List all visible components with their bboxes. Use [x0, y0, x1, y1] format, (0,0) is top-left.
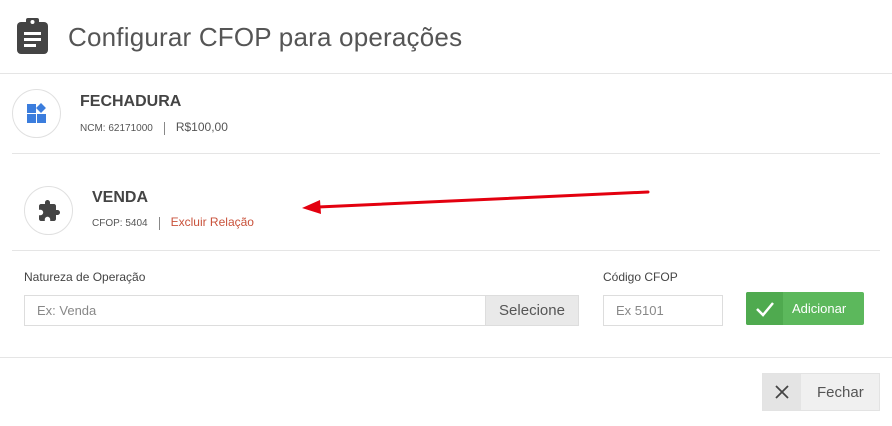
puzzle-icon	[39, 200, 60, 221]
remove-relation-link[interactable]: Excluir Relação	[171, 215, 254, 229]
natureza-input[interactable]	[24, 295, 486, 326]
divider	[158, 216, 160, 230]
product-price: R$100,00	[175, 120, 228, 134]
modal-title: Configurar CFOP para operações	[68, 22, 463, 52]
product-row: FECHADURA NCM: 62171000 R$100,00	[12, 74, 880, 154]
product-avatar	[12, 89, 61, 138]
relation-avatar	[24, 186, 73, 235]
apps-icon	[27, 103, 46, 123]
close-button-label: Fechar	[817, 384, 864, 401]
product-ncm: NCM: 62171000	[80, 123, 153, 134]
footer-divider	[0, 357, 892, 358]
relation-details: CFOP: 5404 Excluir Relação	[92, 215, 254, 230]
product-details: NCM: 62171000 R$100,00	[80, 120, 228, 135]
select-natureza-button[interactable]: Selecione	[485, 295, 579, 326]
red-arrow-annotation	[302, 190, 650, 214]
add-button-label: Adicionar	[792, 301, 847, 316]
relation-cfop: CFOP: 5404	[92, 218, 148, 229]
natureza-label: Natureza de Operação	[24, 270, 146, 284]
add-button[interactable]: Adicionar	[746, 292, 864, 325]
cfop-code-input[interactable]	[603, 295, 723, 326]
check-icon	[746, 292, 783, 325]
close-button[interactable]: Fechar	[762, 373, 880, 411]
modal-header: Configurar CFOP para operações	[0, 0, 892, 74]
close-icon	[763, 374, 801, 410]
clipboard-icon	[17, 18, 48, 54]
product-name: FECHADURA	[80, 93, 182, 110]
divider	[163, 121, 165, 135]
cfop-code-label: Código CFOP	[603, 270, 678, 284]
relation-name: VENDA	[92, 189, 149, 206]
cfop-modal: Configurar CFOP para operações FECHADURA…	[0, 0, 892, 426]
